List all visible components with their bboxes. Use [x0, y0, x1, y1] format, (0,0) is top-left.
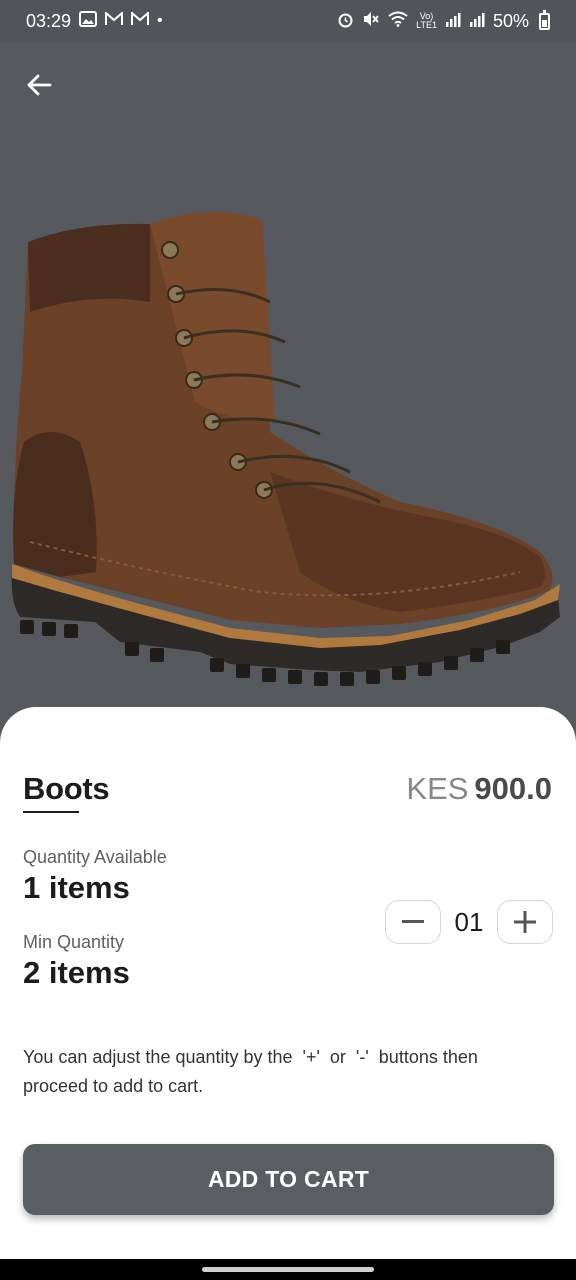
image-icon: [79, 11, 98, 31]
dot-icon: •: [157, 12, 163, 29]
gmail-icon: [105, 10, 124, 30]
status-right: Vo) LTE1 50%: [337, 9, 550, 32]
price-currency: KES: [406, 771, 469, 806]
minus-icon: [402, 920, 424, 923]
mute-icon: [362, 11, 380, 31]
product-details-sheet: Boots KES 900.0 Quantity Available 1 item…: [0, 707, 576, 1259]
signal-icon: [469, 12, 485, 31]
status-time: 03:29: [26, 10, 72, 31]
system-nav-bar: [0, 1259, 576, 1280]
increment-button[interactable]: [497, 900, 553, 944]
add-to-cart-button[interactable]: ADD TO CART: [23, 1144, 554, 1215]
decrement-button[interactable]: [385, 900, 441, 944]
signal-icon: [445, 12, 461, 31]
product-image: [11, 211, 560, 686]
quantity-available-label: Quantity Available: [23, 847, 167, 867]
min-quantity-label: Min Quantity: [23, 932, 125, 952]
quantity-available-value: 1 items: [23, 870, 130, 905]
battery-percent: 50%: [492, 10, 529, 31]
product-name: Boots: [23, 771, 110, 813]
quantity-stepper: 01: [385, 900, 553, 944]
price-amount: 900.0: [474, 771, 552, 806]
product-price: KES 900.0: [406, 771, 552, 807]
gmail-icon: [131, 10, 150, 30]
help-text: You can adjust the quantity by the '+' o…: [23, 1047, 483, 1096]
title-row: Boots KES 900.0: [23, 771, 552, 813]
min-quantity: Min Quantity 2 items: [23, 932, 130, 991]
plus-icon: [514, 911, 536, 933]
quantity-value: 01: [454, 906, 484, 937]
min-quantity-value: 2 items: [23, 955, 130, 990]
volte-icon: Vo) LTE1: [416, 11, 437, 30]
quantity-available: Quantity Available 1 items: [23, 847, 167, 906]
status-left: 03:29 •: [26, 11, 163, 32]
product-image-area: [0, 42, 576, 742]
home-handle[interactable]: [202, 1267, 374, 1272]
wifi-icon: [388, 11, 408, 31]
alarm-icon: [337, 11, 354, 32]
back-button[interactable]: [16, 62, 62, 108]
status-bar: 03:29 • Vo) LTE1 50%: [0, 0, 576, 42]
arrow-left-icon: [27, 74, 52, 96]
battery-icon: [539, 9, 550, 30]
